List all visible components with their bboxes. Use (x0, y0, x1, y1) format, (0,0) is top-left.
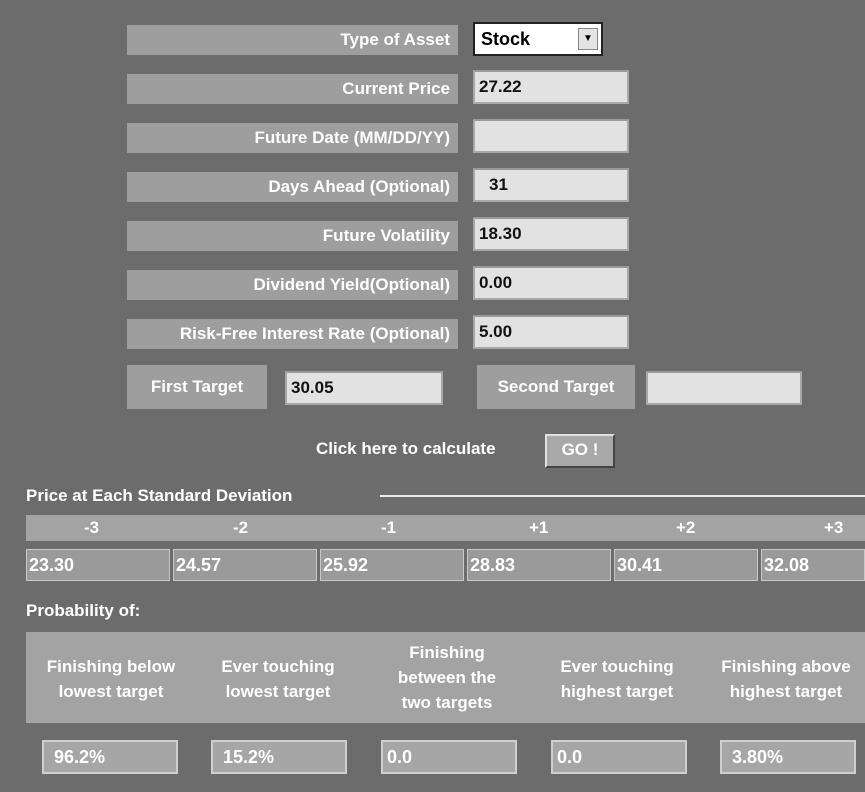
asset-type-label: Type of Asset (127, 25, 458, 55)
std-dev-header: -3 (84, 518, 100, 537)
std-dev-header: +2 (676, 518, 696, 537)
section-divider (380, 495, 865, 497)
asset-type-select[interactable]: Stock ▼ (473, 22, 603, 56)
std-dev-header: -2 (233, 518, 249, 537)
std-dev-header-row: -3 -2 -1 +1 +2 +3 (26, 515, 865, 541)
probability-value: 3.80% (720, 740, 856, 774)
chevron-down-icon[interactable]: ▼ (578, 28, 598, 50)
probability-value: 15.2% (211, 740, 347, 774)
std-dev-value: 28.83 (467, 549, 611, 581)
current-price-input[interactable]: 27.22 (473, 70, 629, 104)
second-target-input[interactable] (646, 371, 802, 405)
probability-header-row: Finishing below lowest target Ever touchi… (26, 632, 865, 723)
dividend-yield-label: Dividend Yield(Optional) (127, 270, 458, 300)
future-volatility-input[interactable]: 18.30 (473, 217, 629, 251)
future-date-input[interactable] (473, 119, 629, 153)
current-price-label: Current Price (127, 74, 458, 104)
std-dev-value: 30.41 (614, 549, 758, 581)
asset-type-value: Stock (481, 29, 531, 49)
probability-header: Finishing between the two targets (397, 643, 497, 712)
std-dev-value: 25.92 (320, 549, 464, 581)
probability-header: Finishing below lowest target (46, 657, 176, 701)
go-button[interactable]: GO ! (545, 434, 615, 468)
std-dev-value: 23.30 (26, 549, 170, 581)
probability-header: Ever touching lowest target (221, 657, 335, 701)
probability-header: Ever touching highest target (560, 657, 674, 701)
std-dev-header: -1 (381, 518, 397, 537)
risk-free-rate-input[interactable]: 5.00 (473, 315, 629, 349)
probability-header: Finishing above highest target (721, 657, 851, 701)
probability-value: 0.0 (381, 740, 517, 774)
first-target-label: First Target (127, 365, 267, 409)
std-dev-header: +3 (824, 518, 844, 537)
std-dev-value: 24.57 (173, 549, 317, 581)
probability-value: 96.2% (42, 740, 178, 774)
std-dev-title: Price at Each Standard Deviation (26, 486, 293, 505)
std-dev-header: +1 (529, 518, 549, 537)
days-ahead-label: Days Ahead (Optional) (127, 172, 458, 202)
days-ahead-input[interactable]: 31 (473, 168, 629, 202)
probability-value: 0.0 (551, 740, 687, 774)
future-volatility-label: Future Volatility (127, 221, 458, 251)
std-dev-value: 32.08 (761, 549, 865, 581)
risk-free-rate-label: Risk-Free Interest Rate (Optional) (127, 319, 458, 349)
calculator-panel: Type of Asset Stock ▼ Current Price 27.2… (0, 0, 865, 792)
dividend-yield-input[interactable]: 0.00 (473, 266, 629, 300)
calculate-prompt: Click here to calculate (316, 439, 496, 458)
first-target-input[interactable]: 30.05 (285, 371, 443, 405)
probability-title: Probability of: (26, 601, 141, 620)
future-date-label: Future Date (MM/DD/YY) (127, 123, 458, 153)
second-target-label: Second Target (477, 365, 635, 409)
